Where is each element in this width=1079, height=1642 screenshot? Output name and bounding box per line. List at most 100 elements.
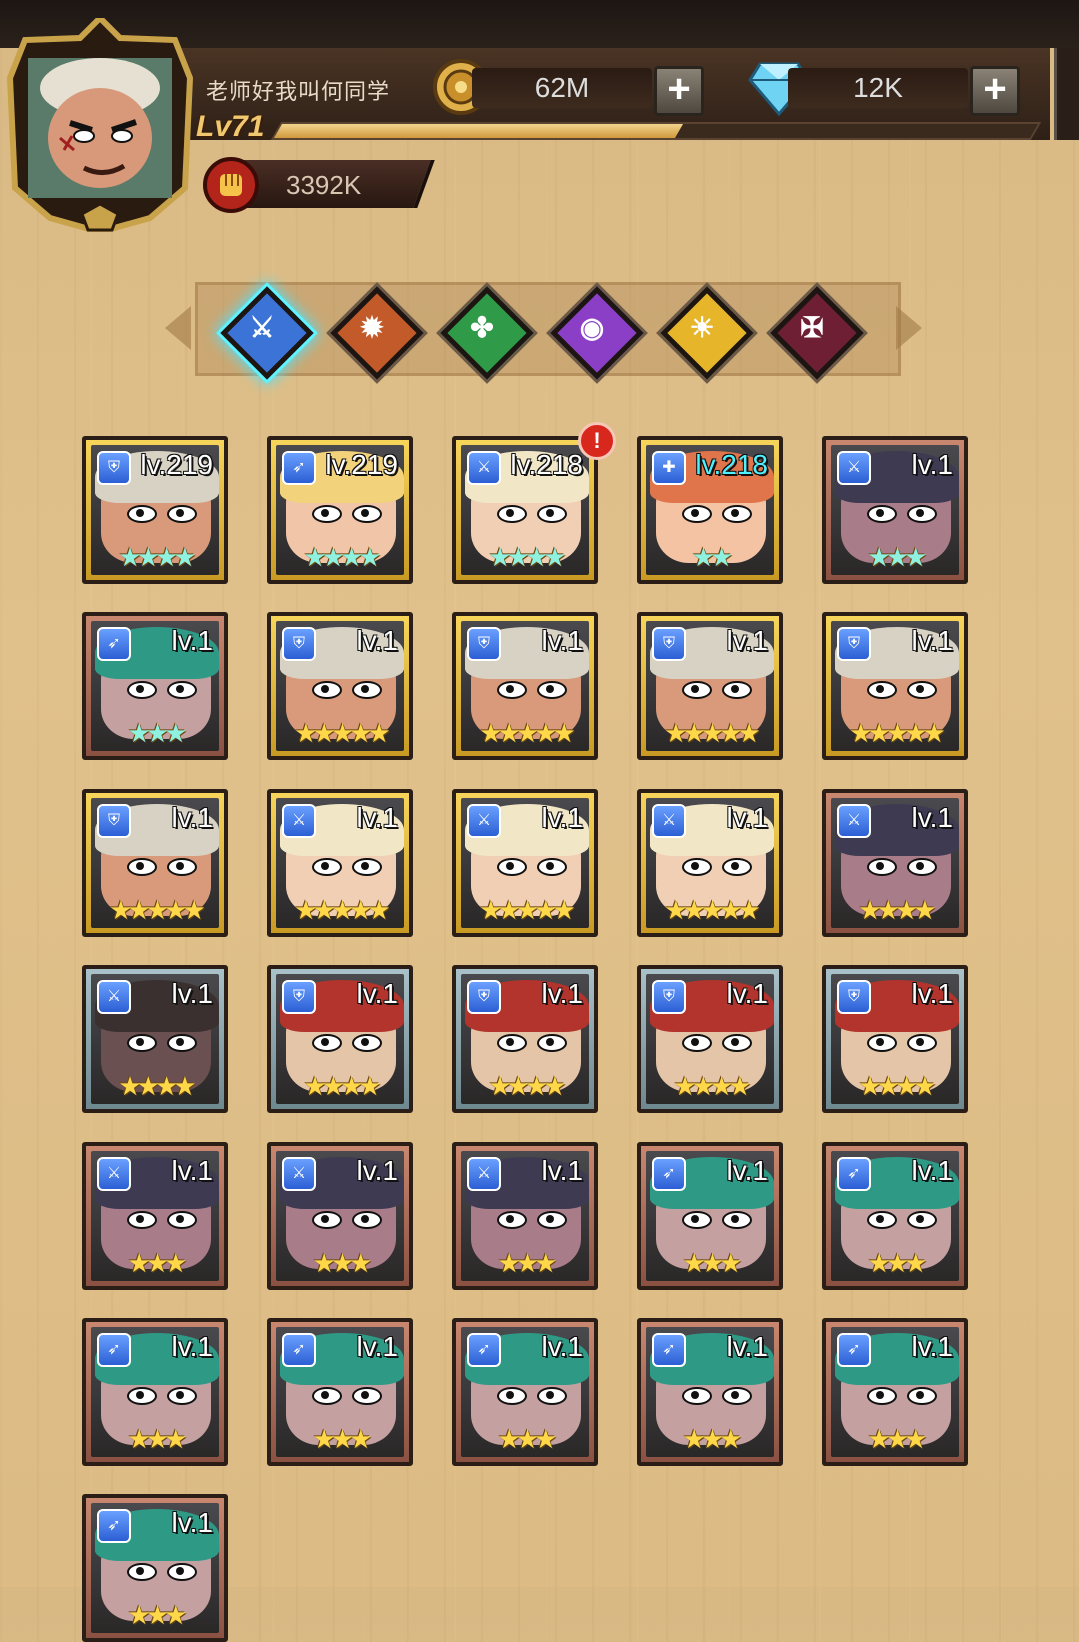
shield-class-icon: ⛨ xyxy=(282,627,316,662)
hero-portrait: ⚔ lv.1 ★★★★★ xyxy=(646,797,774,928)
prev-arrow-icon[interactable] xyxy=(165,306,191,350)
hero-stars: ★★★★ xyxy=(118,1071,196,1102)
hero-pupil xyxy=(506,685,514,694)
hero-card[interactable]: ⛨ lv.1 ★★★★★ xyxy=(637,612,783,761)
hero-stars: ★★★ xyxy=(127,718,188,749)
player-avatar[interactable] xyxy=(0,13,200,236)
hero-card[interactable]: ⛨ lv.1 ★★★★ xyxy=(637,965,783,1114)
hero-level: lv.1 xyxy=(726,625,769,657)
faction-filter-bar: ⚔ ✹ ✤ ◉ ☀ ✠ xyxy=(165,280,922,380)
hero-card[interactable]: ⚔ lv.1 ★★★★★ xyxy=(267,788,413,937)
hero-level: lv.1 xyxy=(911,978,954,1010)
hero-eye xyxy=(867,505,897,523)
hero-level: lv.1 xyxy=(171,1154,214,1186)
hero-card[interactable]: ⛨ lv.1 ★★★★★ xyxy=(267,612,413,761)
hero-stars: ★★★★★ xyxy=(849,718,946,749)
hero-eye xyxy=(167,857,197,876)
faction-tab-4[interactable]: ◉ xyxy=(550,286,644,380)
hero-card[interactable]: ➶ lv.1 ★★★ xyxy=(822,1318,968,1466)
hero-stars: ★★ xyxy=(691,542,734,572)
hero-portrait: ⚔ lv.1 ★★★ xyxy=(91,1150,219,1281)
hero-card[interactable]: ⛨ lv.1 ★★★★ xyxy=(452,965,598,1114)
hero-pupil xyxy=(731,861,739,870)
add-gold-button[interactable]: + xyxy=(654,66,704,116)
hero-card[interactable]: ➶ lv.1 ★★★ xyxy=(822,1141,968,1290)
hero-eye xyxy=(722,505,752,523)
hero-pupil xyxy=(176,1038,184,1047)
hero-level: lv.1 xyxy=(356,801,399,833)
hero-card[interactable]: ⛨ lv.1 ★★★★ xyxy=(822,965,968,1114)
orc-faction-icon: ✹ xyxy=(360,312,384,343)
hero-level: lv.1 xyxy=(171,1331,214,1362)
gold-amount: 62M xyxy=(472,68,652,108)
bow-class-icon: ➶ xyxy=(97,627,131,662)
hero-pupil xyxy=(321,861,329,870)
bow-class-icon: ➶ xyxy=(97,1333,131,1367)
hero-pupil xyxy=(546,861,554,870)
bow-class-icon: ➶ xyxy=(837,1333,871,1367)
hero-card[interactable]: ⚔ lv.1 ★★★★★ xyxy=(637,788,783,937)
hero-level: lv.1 xyxy=(541,801,584,833)
hero-card[interactable]: ⚔ lv.1 ★★★ xyxy=(82,1141,228,1290)
faction-tab-1[interactable]: ⚔ xyxy=(220,286,314,380)
hero-card[interactable]: ➶ lv.219 ★★★★ xyxy=(267,436,413,584)
hero-card[interactable]: ⛨ lv.219 ★★★★ xyxy=(82,436,228,584)
next-arrow-icon[interactable] xyxy=(896,306,922,350)
hero-card[interactable]: ⛨ lv.1 ★★★★★ xyxy=(822,612,968,761)
add-diamond-button[interactable]: + xyxy=(970,66,1020,116)
hero-card[interactable]: ➶ lv.1 ★★★ xyxy=(82,1494,228,1642)
bow-class-icon: ➶ xyxy=(652,1333,686,1367)
xp-fill xyxy=(273,124,683,138)
hero-stars: ★★★★★ xyxy=(294,718,391,749)
hero-card[interactable]: ⛨ lv.1 ★★★★ xyxy=(267,965,413,1114)
hero-level: lv.1 xyxy=(171,1507,214,1539)
faction-tab-2[interactable]: ✹ xyxy=(330,286,424,380)
hero-card[interactable]: ➶ lv.1 ★★★ xyxy=(452,1318,598,1466)
hero-card[interactable]: ➶ lv.1 ★★★ xyxy=(637,1141,783,1290)
hero-pupil xyxy=(321,1391,329,1399)
hero-card[interactable]: ✚ lv.218 ★★ xyxy=(637,436,783,584)
hero-stars: ★★★★★ xyxy=(479,894,576,925)
sword-class-icon: ⚔ xyxy=(837,803,871,838)
hero-card[interactable]: ⚔ lv.1 ★★★★★ xyxy=(452,788,598,937)
hero-pupil xyxy=(876,861,884,870)
faction-tab-5[interactable]: ☀ xyxy=(660,286,754,380)
hero-card[interactable]: ⚔ lv.1 ★★★★ xyxy=(82,965,228,1114)
hero-stars: ★★★★★ xyxy=(294,894,391,925)
faction-tab-6[interactable]: ✠ xyxy=(770,286,864,380)
hero-level: lv.1 xyxy=(911,1154,954,1186)
hero-portrait: ➶ lv.1 ★★★ xyxy=(831,1327,959,1457)
hero-level: lv.1 xyxy=(541,978,584,1010)
hero-pupil xyxy=(361,685,369,694)
hero-stars: ★★★★ xyxy=(118,542,196,572)
hero-level: lv.1 xyxy=(726,1331,769,1362)
hero-card[interactable]: ⛨ lv.1 ★★★★★ xyxy=(82,788,228,937)
hero-pupil xyxy=(136,1567,144,1576)
faction-tab-3[interactable]: ✤ xyxy=(440,286,534,380)
hero-eye xyxy=(127,505,157,523)
hero-card[interactable]: ⚔ lv.218 ★★★★ xyxy=(452,436,598,584)
hero-card[interactable]: ➶ lv.1 ★★★ xyxy=(82,1318,228,1466)
hero-stars: ★★★★★ xyxy=(664,894,761,925)
hero-eye xyxy=(352,1387,382,1405)
hero-eye xyxy=(497,857,527,876)
hero-card[interactable]: ➶ lv.1 ★★★ xyxy=(637,1318,783,1466)
hero-portrait: ⚔ lv.1 ★★★ xyxy=(461,1150,589,1281)
hero-stars: ★★★★ xyxy=(488,1071,566,1102)
hero-card[interactable]: ⚔ lv.1 ★★★ xyxy=(452,1141,598,1290)
hero-eye xyxy=(867,857,897,876)
player-name: 老师好我叫何同学 xyxy=(206,80,391,105)
hero-card[interactable]: ➶ lv.1 ★★★ xyxy=(267,1318,413,1466)
nature-faction-icon: ✤ xyxy=(470,312,494,343)
sword-class-icon: ⚔ xyxy=(282,803,316,838)
hero-card[interactable]: ⛨ lv.1 ★★★★★ xyxy=(452,612,598,761)
hero-card[interactable]: ⚔ lv.1 ★★★ xyxy=(267,1141,413,1290)
hero-stars: ★★★★★ xyxy=(109,894,206,925)
hero-portrait: ⛨ lv.1 ★★★★ xyxy=(461,974,589,1105)
hero-card[interactable]: ⚔ lv.1 ★★★ xyxy=(822,436,968,584)
hero-eye xyxy=(312,857,342,876)
hero-card[interactable]: ➶ lv.1 ★★★ xyxy=(82,612,228,761)
hero-portrait: ➶ lv.1 ★★★ xyxy=(91,621,219,752)
alert-badge-icon: ! xyxy=(578,422,616,460)
hero-card[interactable]: ⚔ lv.1 ★★★★ xyxy=(822,788,968,937)
